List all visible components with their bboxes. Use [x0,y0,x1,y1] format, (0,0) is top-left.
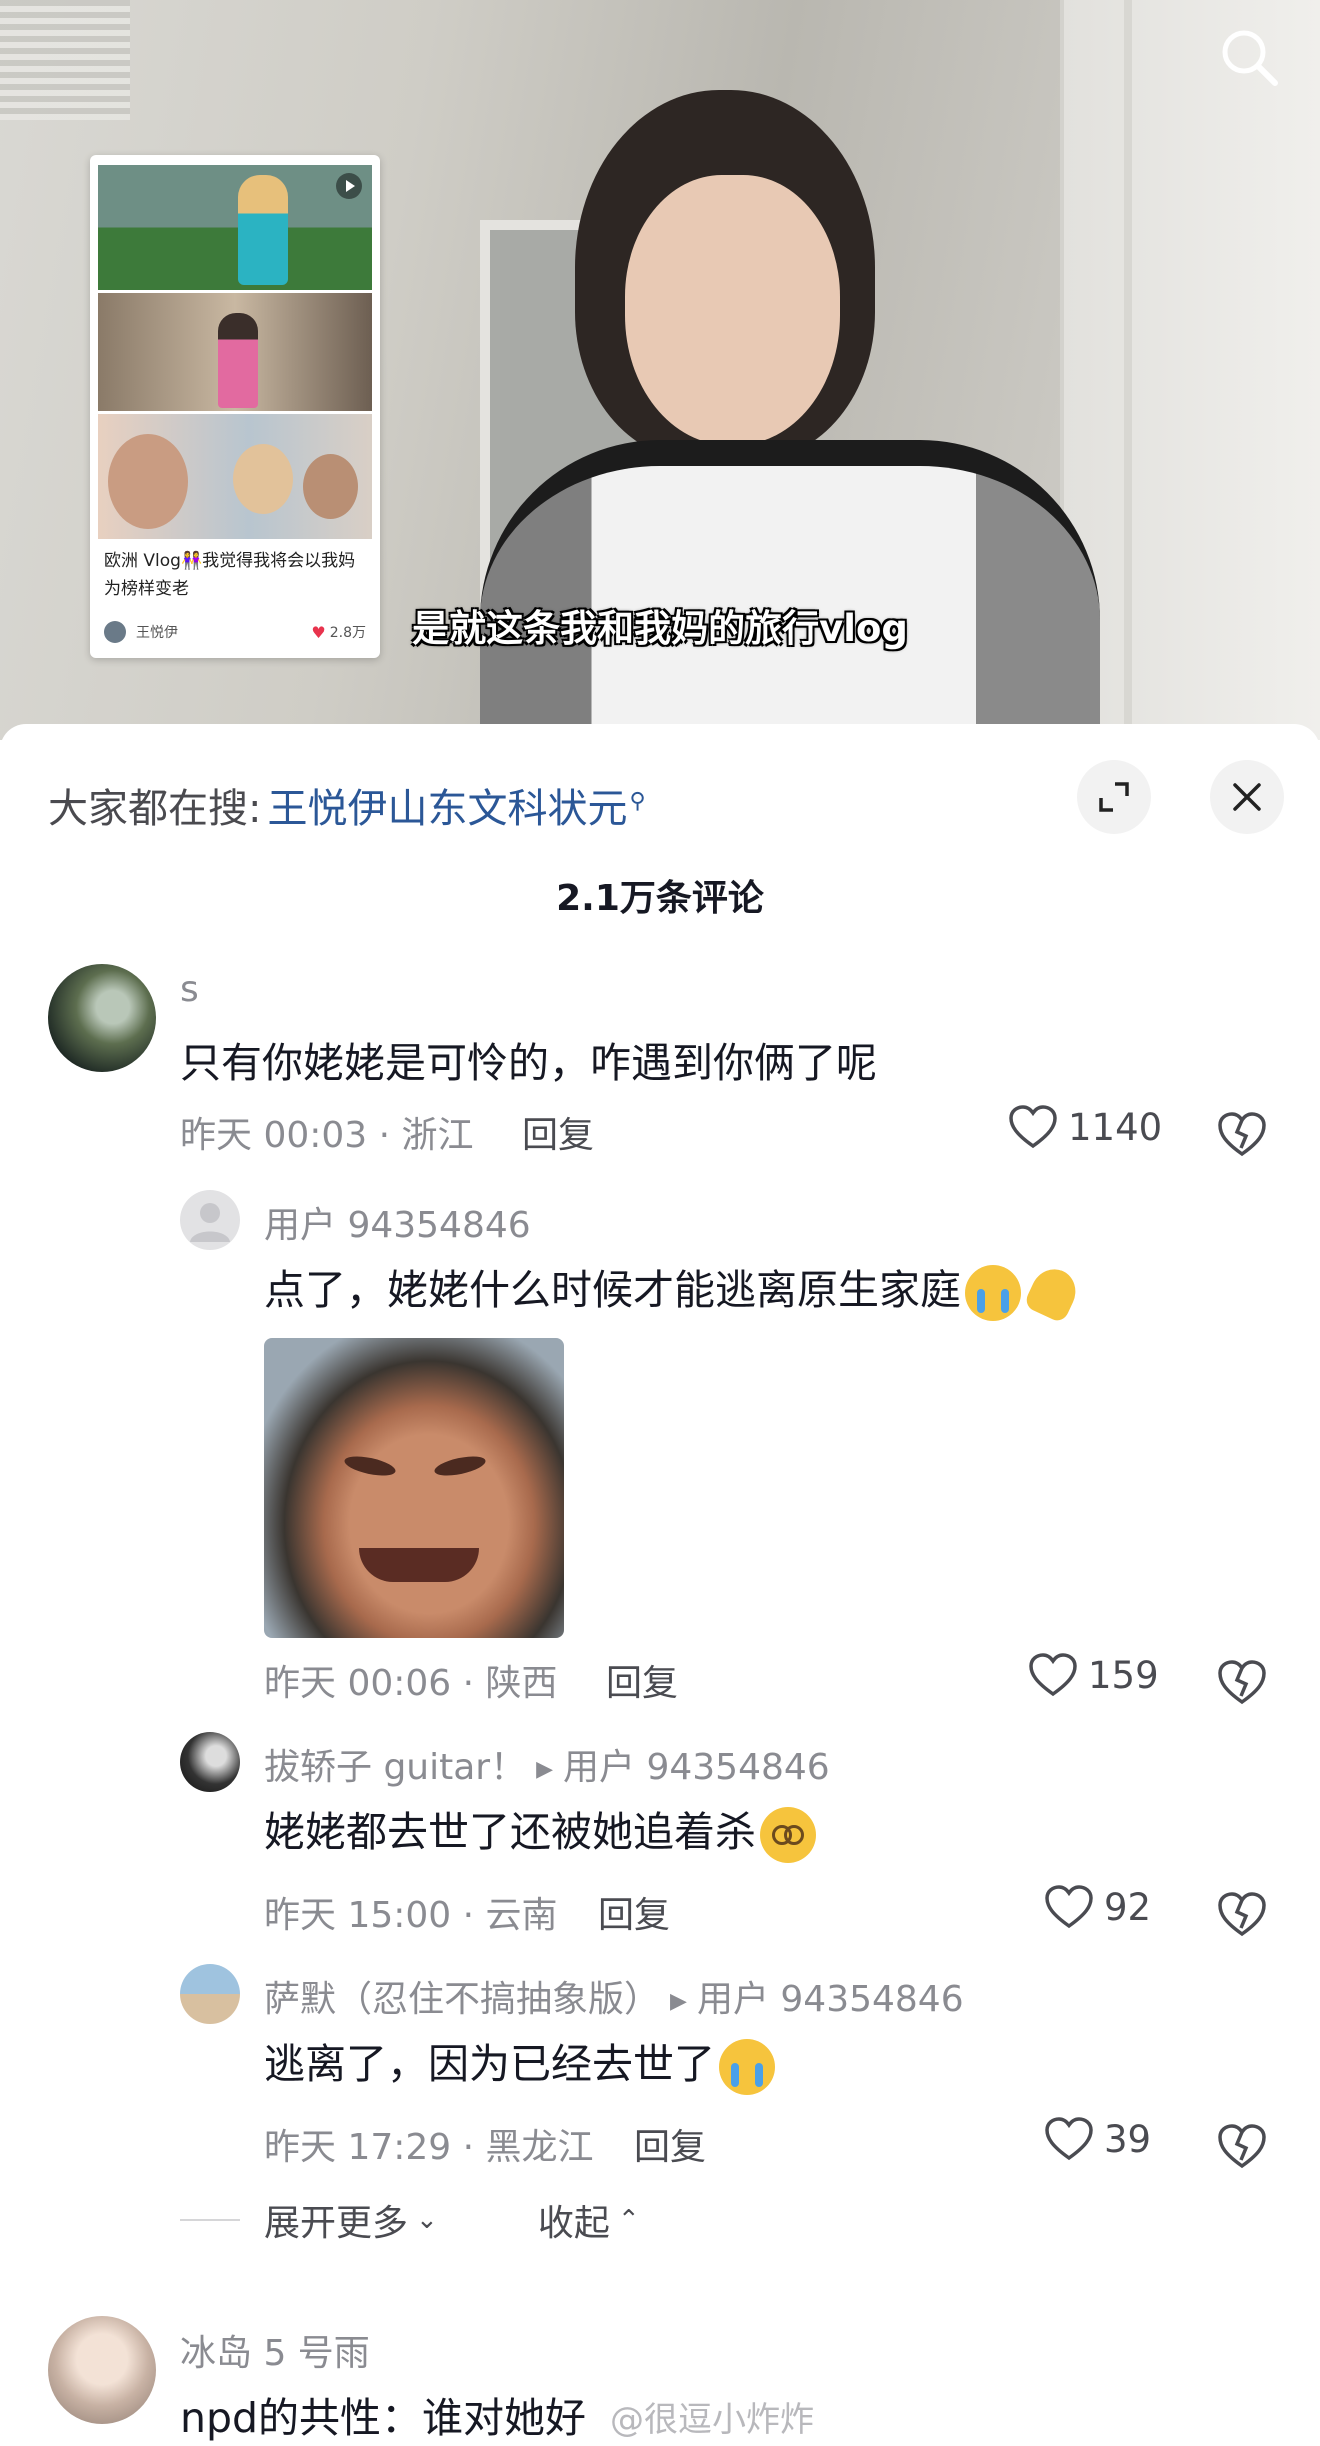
reply-username: 拔轿子 guitar！ ▶ 用户 94354846 [264,1738,830,1790]
reply-username[interactable]: 用户 94354846 [264,1196,531,1248]
video-player[interactable]: 欧洲 Vlog👭我觉得我将会以我妈为榜样变老 王悦伊 ♥ 2.8万 是就这条我和… [0,0,1320,740]
reply-text: 逃离了，因为已经去世了 [264,2030,775,2095]
heart-outline-icon [1009,1105,1057,1149]
person-shirt [480,440,1100,740]
collapse-button[interactable]: 收起 ⌃ [538,2194,640,2246]
comment-sheet: 大家都在搜: 王悦伊山东文科状元⚲ 2.1万条评论 s 只有你姥姥是可怜的，咋遇… [0,724,1320,2446]
expand-button[interactable] [1077,760,1151,834]
close-icon [1233,783,1261,811]
watermark: @很逗小炸炸 [610,2400,814,2440]
expand-icon [1099,782,1129,812]
comment-time-location: 昨天 00:03 · 浙江 [180,1115,474,1156]
dislike-heart-icon[interactable] [1216,1656,1268,1708]
close-button[interactable] [1210,760,1284,834]
reply-author[interactable]: 萨默（忍住不搞抽象版） [264,1979,660,2020]
comment-text: 只有你姥姥是可怜的，咋遇到你俩了呢 [180,1039,877,1087]
trending-query-link[interactable]: 王悦伊山东文科状元⚲ [267,776,645,834]
like-button[interactable]: 92 [1044,1884,1151,1930]
comment-username[interactable]: s [180,969,199,1010]
reply-text-content: 逃离了，因为已经去世了 [264,2040,715,2088]
dizzy-face-emoji-icon [760,1807,816,1863]
inset-post-title: 欧洲 Vlog👭我觉得我将会以我妈为榜样变老 [104,551,356,599]
reply-text-content: 点了，姥姥什么时候才能逃离原生家庭 [264,1266,961,1314]
inset-photo-1 [98,165,372,290]
reply-button[interactable]: 回复 [606,1654,678,1706]
person-face [625,175,840,445]
comment-text: npd的共性：谁对她好 [180,2394,587,2442]
reply-text: 姥姥都去世了还被她追着杀 [264,1798,816,1863]
avatar[interactable] [180,1964,240,2024]
reply-target[interactable]: 用户 94354846 [697,1979,964,2020]
search-button[interactable] [1214,22,1284,92]
dislike-heart-icon[interactable] [1216,1108,1268,1160]
crying-emoji-icon [965,1265,1021,1321]
like-button[interactable]: 1140 [1008,1104,1162,1150]
dislike-heart-icon[interactable] [1216,1888,1268,1940]
reply-button[interactable]: 回复 [598,1886,670,1938]
reply-author[interactable]: 拔轿子 guitar！ [264,1747,526,1788]
expand-more-label: 展开更多 [264,2203,409,2244]
comment-username[interactable]: 冰岛 5 号雨 [180,2324,370,2376]
reply-thread-controls: 展开更多 ⌄ 收起 ⌃ [180,2194,640,2246]
dislike-heart-icon[interactable] [1216,2120,1268,2172]
crying-emoji-icon [719,2039,775,2095]
inset-photo-3 [98,414,372,539]
heart-outline-icon [1045,2117,1093,2161]
reply-time-location: 昨天 17:29 · 黑龙江 [264,2127,594,2168]
reply-arrow-icon: ▶ [536,1756,554,1782]
expand-more-button[interactable]: 展开更多 ⌄ [264,2194,438,2246]
avatar[interactable] [48,964,156,1072]
avatar[interactable] [180,1732,240,1792]
trending-search: 大家都在搜: 王悦伊山东文科状元⚲ [48,776,646,834]
avatar[interactable] [48,2316,156,2424]
reply-text: 点了，姥姥什么时候才能逃离原生家庭 [264,1256,1081,1321]
inset-photo-2 [98,293,372,411]
reply-username: 萨默（忍住不搞抽象版） ▶ 用户 94354846 [264,1970,964,2022]
reply-time-location: 昨天 00:06 · 陕西 [264,1663,558,1704]
trending-query-text: 王悦伊山东文科状元 [267,786,628,832]
like-count: 159 [1088,1653,1159,1697]
trending-prefix: 大家都在搜: [48,786,262,832]
reply-button[interactable]: 回复 [522,1106,594,1158]
reply-sticker-image[interactable] [264,1338,564,1638]
play-icon [336,173,362,199]
like-button[interactable]: 159 [1028,1652,1159,1698]
air-vent [0,0,130,120]
like-count: 39 [1104,2117,1152,2161]
divider [180,2219,240,2221]
collapse-label: 收起 [537,2203,610,2244]
folded-hands-emoji-icon [1025,1265,1081,1321]
heart-outline-icon [1045,1885,1093,1929]
video-subtitle: 是就这条我和我妈的旅行vlog [412,607,908,650]
reply-arrow-icon: ▶ [670,1988,687,2014]
reply-target[interactable]: 用户 94354846 [563,1747,830,1788]
reply-time-location: 昨天 15:00 · 云南 [264,1895,558,1936]
chevron-up-icon: ⌃ [617,2205,640,2235]
heart-outline-icon [1029,1653,1077,1697]
search-icon: ⚲ [629,788,646,814]
chevron-down-icon: ⌄ [416,2205,438,2235]
reply-button[interactable]: 回复 [634,2118,706,2170]
like-count: 1140 [1068,1105,1163,1149]
avatar[interactable] [180,1190,240,1250]
inset-post-card: 欧洲 Vlog👭我觉得我将会以我妈为榜样变老 王悦伊 ♥ 2.8万 [90,155,380,658]
like-count: 92 [1104,1885,1152,1929]
like-button[interactable]: 39 [1044,2116,1151,2162]
comment-count: 2.1万条评论 [556,878,764,919]
search-icon [1222,30,1278,86]
reply-text-content: 姥姥都去世了还被她追着杀 [264,1808,756,1856]
